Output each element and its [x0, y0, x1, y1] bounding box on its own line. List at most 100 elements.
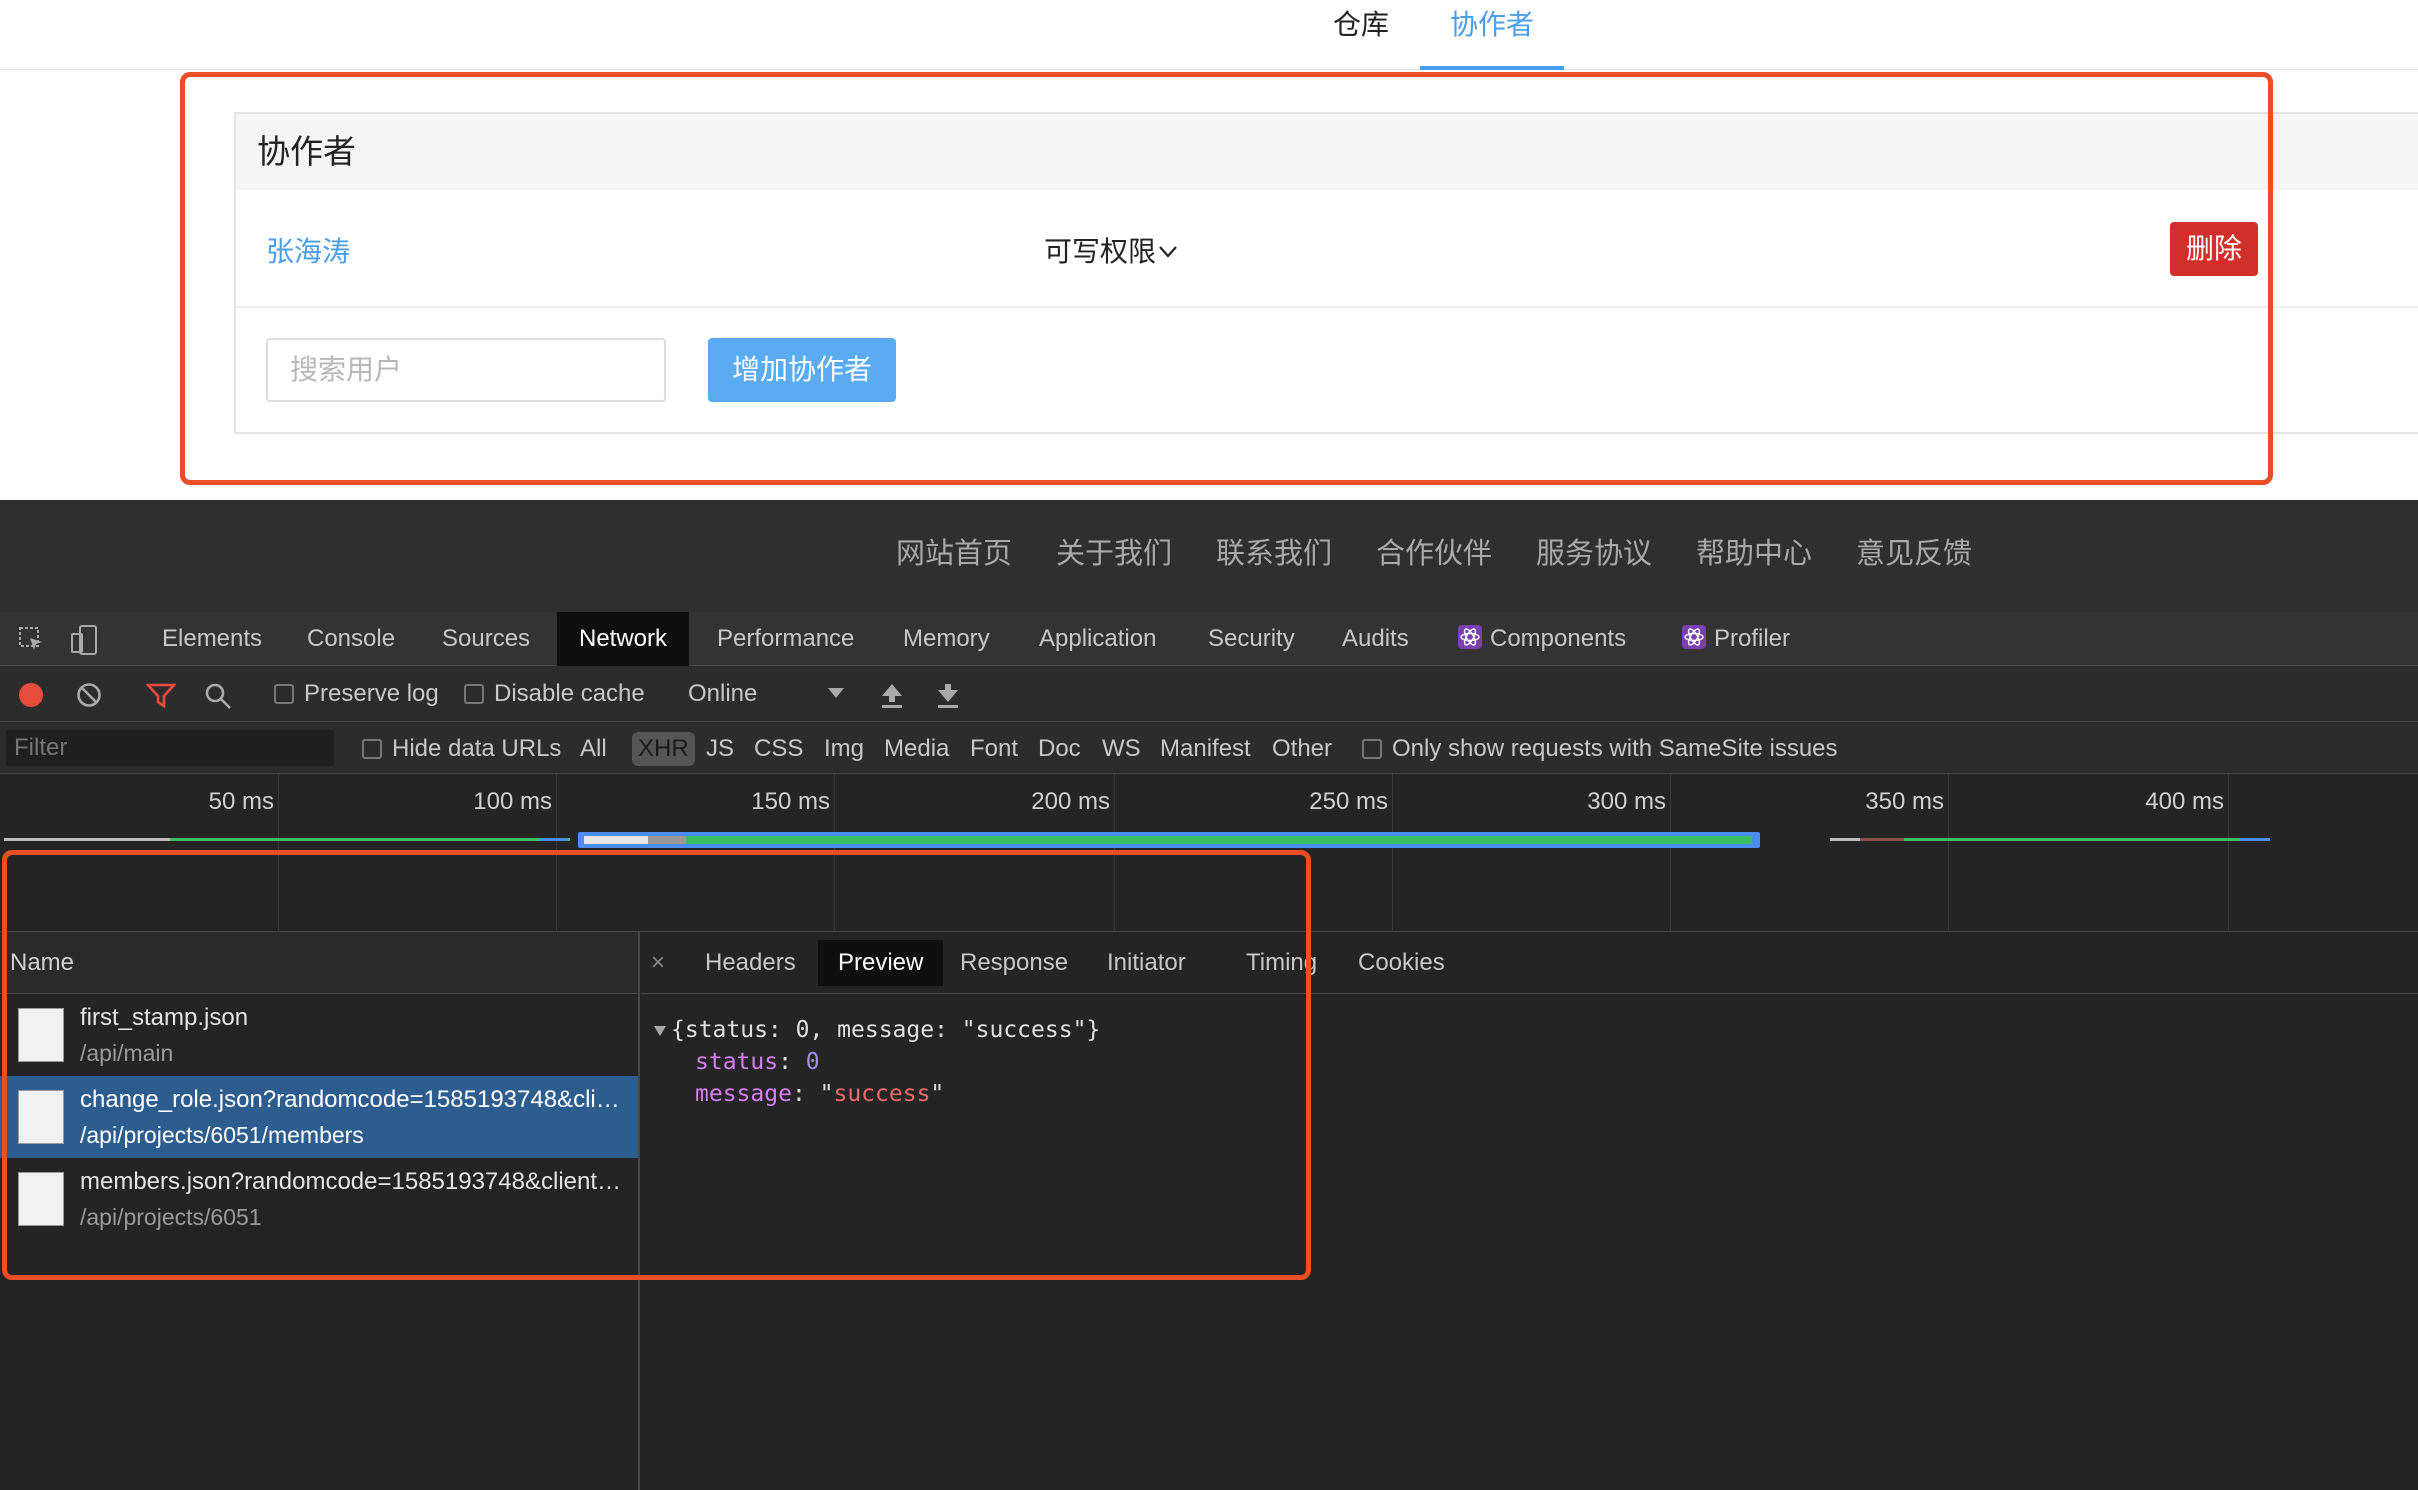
json-key: message — [695, 1081, 792, 1107]
request-bar — [540, 838, 568, 841]
json-message-line: message: "success" — [695, 1081, 945, 1107]
filter-input-box[interactable]: Filter — [6, 730, 334, 766]
tab-console[interactable]: Console — [285, 612, 417, 666]
tab-performance[interactable]: Performance — [695, 612, 876, 666]
tab-sources[interactable]: Sources — [420, 612, 552, 666]
member-name-link[interactable]: 张海涛 — [266, 230, 350, 270]
filter-other[interactable]: Other — [1266, 732, 1338, 766]
checkbox-box — [274, 684, 294, 704]
record-icon[interactable] — [18, 682, 44, 708]
filter-doc[interactable]: Doc — [1032, 732, 1087, 766]
preserve-log-checkbox[interactable]: Preserve log — [274, 666, 439, 722]
disable-cache-checkbox[interactable]: Disable cache — [464, 666, 645, 722]
member-row: 张海涛 可写权限 删除 — [236, 190, 2418, 308]
request-row[interactable]: members.json?randomcode=1585193748&clien… — [0, 1158, 638, 1240]
react-icon — [1458, 625, 1482, 649]
footer-link-about[interactable]: 关于我们 — [1056, 530, 1172, 572]
request-name: first_stamp.json — [80, 1004, 249, 1031]
search-icon[interactable] — [204, 682, 232, 710]
preserve-log-label: Preserve log — [304, 680, 439, 707]
role-dropdown[interactable]: 可写权限 — [1044, 230, 1178, 270]
footer-link-home[interactable]: 网站首页 — [896, 530, 1012, 572]
detail-tab-response[interactable]: Response — [940, 940, 1088, 986]
network-overview-timeline[interactable]: 50 ms 100 ms 150 ms 200 ms 250 ms 300 ms… — [0, 774, 2418, 932]
filter-placeholder: Filter — [14, 734, 68, 761]
request-list-panel: Name first_stamp.json /api/main change_r… — [0, 932, 640, 1490]
json-string: success — [833, 1081, 931, 1107]
tab-collaborators[interactable]: 协作者 — [1420, 0, 1564, 70]
footer-link-feedback[interactable]: 意见反馈 — [1856, 530, 1972, 572]
filter-media[interactable]: Media — [878, 732, 955, 766]
grid-line — [556, 774, 557, 932]
filter-icon[interactable] — [146, 682, 176, 708]
filter-img[interactable]: Img — [818, 732, 870, 766]
devtools-panel: Elements Console Sources Network Perform… — [0, 612, 2418, 1490]
detail-tab-headers[interactable]: Headers — [685, 940, 816, 986]
grid-line — [1670, 774, 1671, 932]
search-user-input[interactable] — [266, 338, 666, 402]
throttle-select[interactable]: Online — [688, 666, 845, 722]
grid-line — [2228, 774, 2229, 932]
tab-security[interactable]: Security — [1186, 612, 1317, 666]
request-bar — [170, 838, 570, 841]
footer-link-terms[interactable]: 服务协议 — [1536, 530, 1652, 572]
filter-js[interactable]: JS — [700, 732, 740, 766]
tab-application[interactable]: Application — [1017, 612, 1178, 666]
filter-ws[interactable]: WS — [1096, 732, 1147, 766]
network-toolbar: Preserve log Disable cache Online — [0, 666, 2418, 722]
request-path: /api/projects/6051 — [80, 1204, 262, 1230]
request-bar-stalled — [648, 836, 686, 844]
footer-link-contact[interactable]: 联系我们 — [1216, 530, 1332, 572]
import-har-icon[interactable] — [880, 682, 904, 708]
filter-font[interactable]: Font — [964, 732, 1024, 766]
network-filter-bar: Filter Hide data URLs All XHR JS CSS Img… — [0, 722, 2418, 774]
request-row[interactable]: first_stamp.json /api/main — [0, 994, 638, 1076]
request-row-selected[interactable]: change_role.json?randomcode=1585193748&c… — [0, 1076, 638, 1158]
filter-css[interactable]: CSS — [748, 732, 809, 766]
tab-elements[interactable]: Elements — [140, 612, 284, 666]
timeline-tick: 50 ms — [208, 788, 274, 815]
throttle-value: Online — [688, 680, 758, 707]
clear-icon[interactable] — [76, 682, 102, 708]
add-collaborator-button[interactable]: 增加协作者 — [708, 338, 896, 402]
json-status-line: status: 0 — [695, 1049, 820, 1075]
request-bar-queue — [584, 836, 648, 844]
tab-components[interactable]: Components — [1436, 612, 1648, 666]
filter-all[interactable]: All — [574, 732, 613, 766]
role-label: 可写权限 — [1044, 236, 1157, 267]
tab-memory[interactable]: Memory — [881, 612, 1012, 666]
caret-down-icon — [828, 688, 845, 698]
footer-link-partners[interactable]: 合作伙伴 — [1376, 530, 1492, 572]
tab-profiler-label: Profiler — [1714, 625, 1791, 652]
tab-audits[interactable]: Audits — [1320, 612, 1431, 666]
tab-repository[interactable]: 仓库 — [1325, 0, 1397, 70]
tab-profiler[interactable]: Profiler — [1660, 612, 1812, 666]
detail-tab-preview[interactable]: Preview — [818, 940, 944, 986]
device-toolbar-icon[interactable] — [70, 624, 102, 656]
delete-button[interactable]: 删除 — [2170, 222, 2258, 276]
footer-link-help[interactable]: 帮助中心 — [1696, 530, 1812, 572]
name-column-header[interactable]: Name — [0, 932, 638, 994]
tab-network[interactable]: Network — [557, 612, 690, 666]
request-bar-waiting — [686, 836, 1752, 844]
detail-tab-initiator[interactable]: Initiator — [1087, 940, 1206, 986]
panel-title: 协作者 — [236, 114, 2418, 190]
hide-data-urls-checkbox[interactable]: Hide data URLs — [356, 732, 567, 766]
samesite-checkbox[interactable]: Only show requests with SameSite issues — [1356, 732, 1844, 766]
export-har-icon[interactable] — [936, 682, 960, 708]
filter-xhr[interactable]: XHR — [632, 732, 695, 766]
json-root[interactable]: {status: 0, message: "success"} — [653, 1014, 1100, 1046]
inspect-element-icon[interactable] — [18, 626, 46, 654]
top-tab-bar: 仓库 协作者 — [0, 0, 2418, 70]
request-detail-panel: × Headers Preview Response Initiator Tim… — [641, 932, 2418, 1490]
detail-tab-cookies[interactable]: Cookies — [1338, 940, 1465, 986]
request-name: change_role.json?randomcode=1585193748&c… — [80, 1086, 628, 1113]
detail-tab-timing[interactable]: Timing — [1226, 940, 1337, 986]
request-bar — [2240, 838, 2270, 841]
close-detail-icon[interactable]: × — [631, 940, 685, 986]
filter-manifest[interactable]: Manifest — [1154, 732, 1257, 766]
web-page: 仓库 协作者 协作者 张海涛 可写权限 删除 增加协作者 — [0, 0, 2418, 500]
request-bar — [1904, 838, 2268, 841]
timeline-tick: 100 ms — [473, 788, 552, 815]
file-icon — [18, 1090, 64, 1144]
